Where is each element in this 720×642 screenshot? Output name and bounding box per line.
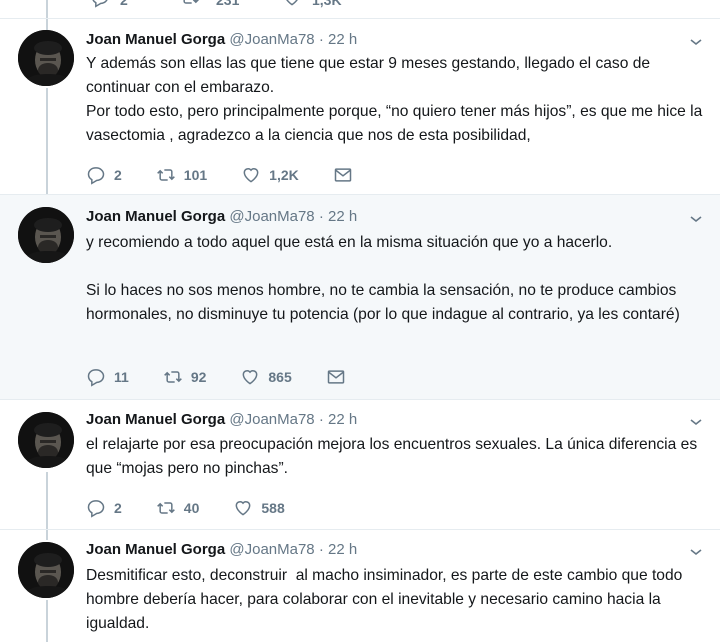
tweet-text: Desmitificar esto, deconstruir al macho …	[86, 567, 687, 632]
profile-photo	[18, 412, 74, 468]
dm-button[interactable]	[326, 367, 354, 387]
reply-button[interactable]: 2	[86, 498, 122, 518]
tweet-actions: 2 40 588	[86, 496, 319, 520]
mail-icon	[327, 370, 344, 384]
tweet-text: y recomiendo a todo aquel que está en la…	[86, 234, 680, 323]
tweet[interactable]: Joan Manuel Gorga @JoanMa78 · 22 h el re…	[0, 400, 720, 530]
like-button[interactable]: 865	[240, 367, 292, 387]
retweet-button[interactable]: 92	[163, 367, 207, 387]
retweet-icon	[163, 371, 182, 383]
like-button[interactable]: 1,2K	[241, 165, 299, 185]
avatar[interactable]	[18, 207, 74, 263]
reply-button[interactable]: 11	[86, 367, 129, 387]
author-name[interactable]: Joan Manuel Gorga	[86, 31, 225, 48]
retweet-count: 231	[216, 0, 240, 8]
tweet-text: Y además son ellas las que tiene que est…	[86, 55, 703, 144]
tweet-header: Joan Manuel Gorga @JoanMa78 · 22 h	[86, 207, 357, 227]
retweet-count: 40	[183, 500, 200, 516]
tweet-header: Joan Manuel Gorga @JoanMa78 · 22 h	[86, 30, 357, 50]
chevron-down-icon[interactable]	[688, 414, 704, 430]
reply-count: 11	[114, 369, 129, 385]
author-name[interactable]: Joan Manuel Gorga	[86, 541, 225, 558]
dm-button[interactable]	[333, 165, 361, 185]
author-handle[interactable]: @JoanMa78	[229, 541, 314, 558]
avatar[interactable]	[18, 542, 74, 598]
retweet-count: 92	[190, 369, 207, 385]
profile-photo	[18, 542, 74, 598]
tweet[interactable]: Joan Manuel Gorga @JoanMa78 · 22 h y rec…	[0, 195, 720, 400]
retweet-button[interactable]: 40	[156, 498, 200, 518]
like-count: 865	[268, 369, 292, 385]
author-name[interactable]: Joan Manuel Gorga	[86, 208, 225, 225]
tweet-header: Joan Manuel Gorga @JoanMa78 · 22 h	[86, 410, 357, 430]
reply-count: 2	[114, 500, 122, 516]
avatar[interactable]	[18, 30, 74, 86]
chevron-down-icon[interactable]	[688, 34, 704, 50]
author-name[interactable]: Joan Manuel Gorga	[86, 411, 225, 428]
timestamp[interactable]: · 22 h	[319, 411, 357, 428]
tweet-text: el relajarte por esa preocupación mejora…	[86, 436, 702, 477]
like-button[interactable]: 588	[233, 498, 285, 518]
author-handle[interactable]: @JoanMa78	[229, 208, 314, 225]
retweet-button[interactable]: 101	[156, 165, 207, 185]
tweet[interactable]: Joan Manuel Gorga @JoanMa78 · 22 h Desmi…	[0, 530, 720, 642]
like-count: 1,3K	[312, 0, 342, 8]
retweet-count: 101	[183, 167, 208, 183]
like-count: 1,2K	[269, 167, 299, 183]
tweet-header: Joan Manuel Gorga @JoanMa78 · 22 h	[86, 540, 357, 560]
previous-tweet-actions: 2 231 1,3K	[0, 0, 720, 19]
timestamp[interactable]: · 22 h	[319, 208, 357, 225]
tweet[interactable]: Joan Manuel Gorga @JoanMa78 · 22 h Y ade…	[0, 18, 720, 195]
timestamp[interactable]: · 22 h	[319, 541, 357, 558]
retweet-icon[interactable]	[180, 0, 200, 8]
reply-icon[interactable]	[90, 0, 110, 8]
author-handle[interactable]: @JoanMa78	[229, 411, 314, 428]
reply-icon	[87, 167, 105, 185]
retweet-icon	[156, 169, 175, 181]
reply-button[interactable]: 2	[86, 165, 122, 185]
profile-photo	[18, 30, 74, 86]
timestamp[interactable]: · 22 h	[319, 31, 357, 48]
reply-icon	[87, 369, 105, 387]
like-count: 588	[261, 500, 285, 516]
heart-icon	[242, 370, 258, 385]
tweet-actions: 2 101 1,2K	[86, 163, 361, 187]
author-handle[interactable]: @JoanMa78	[229, 31, 314, 48]
heart-icon[interactable]	[282, 0, 302, 8]
chevron-down-icon[interactable]	[688, 211, 704, 227]
retweet-icon	[156, 502, 175, 514]
avatar[interactable]	[18, 412, 74, 468]
mail-icon	[334, 168, 351, 182]
tweet-actions: 11 92 865	[86, 365, 354, 389]
heart-icon	[243, 168, 259, 183]
heart-icon	[235, 501, 251, 516]
profile-photo	[18, 207, 74, 263]
reply-count: 2	[114, 167, 122, 183]
reply-icon	[87, 500, 105, 518]
reply-count: 2	[120, 0, 128, 8]
chevron-down-icon[interactable]	[688, 544, 704, 560]
